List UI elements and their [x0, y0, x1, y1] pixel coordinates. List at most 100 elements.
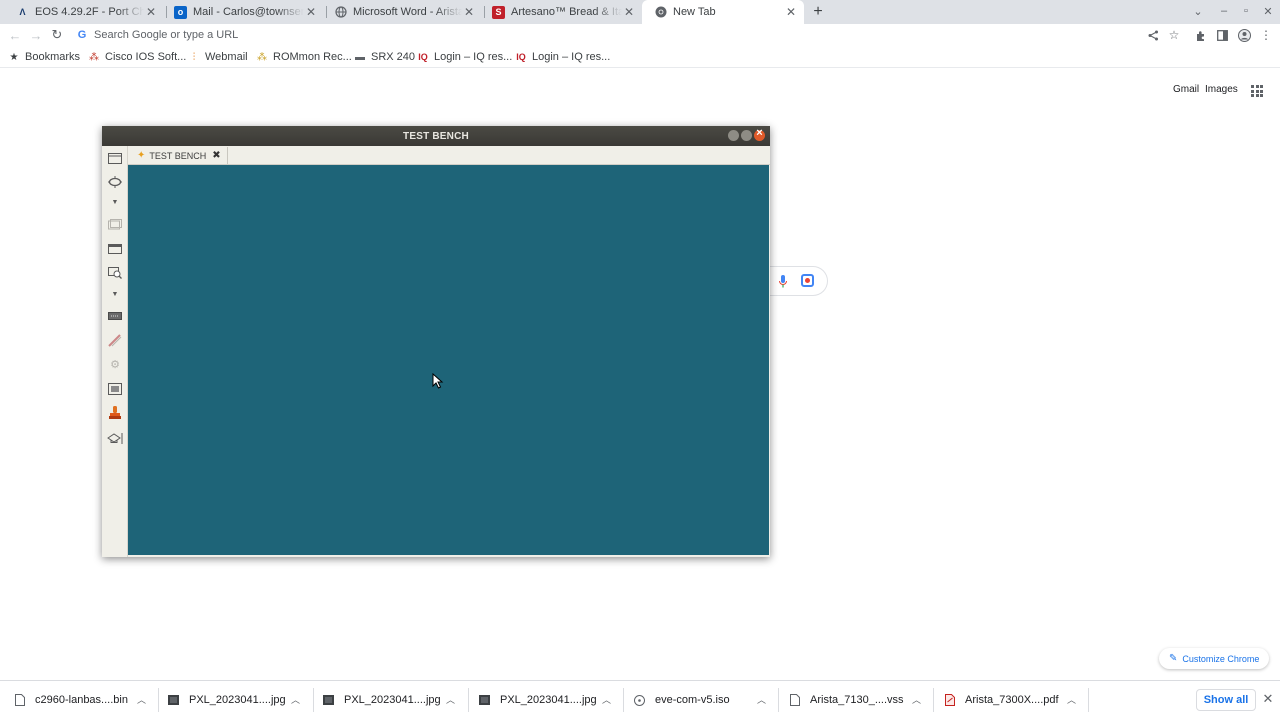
pencil-icon: ✎ — [1169, 653, 1178, 664]
download-item[interactable]: Arista_7130_....vss ︿ — [789, 680, 923, 720]
download-item[interactable]: eve-com-v5.iso ︿ — [634, 680, 768, 720]
profile-avatar-icon[interactable] — [1235, 26, 1253, 44]
switch-icon[interactable] — [107, 217, 123, 231]
side-panel-icon[interactable] — [1213, 26, 1231, 44]
download-item[interactable]: PXL_2023041....jpg ︿ — [323, 680, 457, 720]
chevron-up-icon[interactable]: ︿ — [1067, 693, 1076, 706]
reload-button[interactable]: ↻ — [48, 26, 66, 44]
globe-icon — [334, 6, 347, 19]
new-tab-button[interactable]: + — [809, 3, 827, 21]
end-device-icon[interactable] — [107, 242, 123, 256]
image-file-icon — [323, 694, 334, 706]
rommon-icon: ⁂ — [257, 51, 267, 63]
bookmark-cisco[interactable]: ⁂ Cisco IOS Soft... — [88, 49, 186, 65]
bookmark-star-icon[interactable]: ☆ — [1165, 26, 1183, 44]
minimize-icon[interactable]: – — [1216, 3, 1232, 19]
tab-new-tab[interactable]: New Tab ✕ — [642, 0, 804, 24]
close-tab-icon[interactable]: ✖ — [212, 150, 220, 161]
toolbar: ← → ↻ G Search Google or type a URL ☆ ⋮ — [0, 24, 1280, 46]
file-icon — [14, 694, 25, 706]
maximize-icon[interactable]: ▫ — [1238, 3, 1254, 19]
divider — [1088, 688, 1089, 712]
bookmark-iq-login-2[interactable]: IQ Login – IQ res... — [515, 49, 610, 65]
lab-icon[interactable] — [107, 431, 123, 445]
outlook-icon: o — [174, 5, 187, 19]
download-filename: c2960-lanbas....bin — [35, 694, 128, 706]
mouse-cursor-icon — [432, 373, 444, 389]
settings-gears-icon[interactable]: ⚙ — [107, 357, 123, 371]
menu-kebab-icon[interactable]: ⋮ — [1257, 26, 1275, 44]
browse-devices-icon[interactable] — [107, 151, 123, 165]
file-icon — [789, 694, 800, 706]
artesano-icon: S — [492, 5, 505, 19]
share-icon[interactable] — [1144, 26, 1162, 44]
extensions-icon[interactable] — [1192, 26, 1210, 44]
tab-test-bench[interactable]: ✦ TEST BENCH ✖ — [131, 147, 228, 164]
chevron-up-icon[interactable]: ︿ — [137, 693, 146, 706]
security-device-icon[interactable] — [107, 266, 123, 280]
download-item[interactable]: PXL_2023041....jpg ︿ — [479, 680, 613, 720]
tab-mail[interactable]: o Mail - Carlos@townsendn ✕ — [162, 0, 324, 24]
chevron-up-icon[interactable]: ︿ — [912, 693, 921, 706]
download-filename: PXL_2023041....jpg — [344, 694, 441, 706]
topology-canvas[interactable] — [128, 165, 769, 555]
tool-sidebar: ▼ ▼ ⚙ — [102, 146, 128, 557]
close-icon[interactable]: ✕ — [144, 5, 158, 19]
divider — [778, 688, 779, 712]
tab-word[interactable]: Microsoft Word - Arista 7 ✕ — [322, 0, 482, 24]
router-icon[interactable] — [107, 175, 123, 189]
google-apps-icon[interactable] — [1251, 85, 1263, 97]
chrome-icon — [654, 6, 667, 19]
chevron-up-icon[interactable]: ︿ — [757, 693, 766, 706]
images-link[interactable]: Images — [1205, 84, 1238, 95]
close-icon[interactable]: ✕ — [784, 5, 798, 19]
test-bench-window: TEST BENCH ▼ ▼ — [102, 126, 770, 557]
show-all-downloads-button[interactable]: Show all — [1196, 689, 1256, 711]
test-bench-titlebar[interactable]: TEST BENCH — [102, 126, 770, 146]
google-lens-icon[interactable] — [801, 274, 814, 287]
star-icon: ★ — [9, 51, 19, 63]
bookmark-webmail[interactable]: ⫶ Webmail — [188, 49, 248, 65]
tab-search-icon[interactable]: ⌄ — [1190, 3, 1206, 19]
tb-minimize-icon[interactable] — [728, 130, 739, 141]
omnibox[interactable]: G Search Google or type a URL — [76, 26, 1136, 44]
tb-maximize-icon[interactable] — [741, 130, 752, 141]
tab-artesano[interactable]: S Artesano™ Bread & Italian ✕ — [480, 0, 642, 24]
bookmark-srx240[interactable]: ▬ SRX 240 — [354, 49, 415, 65]
window-close-icon[interactable]: ✕ — [1260, 3, 1276, 19]
snapshot-icon[interactable] — [107, 382, 123, 396]
chevron-up-icon[interactable]: ︿ — [602, 693, 611, 706]
all-devices-icon[interactable] — [107, 309, 123, 323]
divider — [158, 688, 159, 712]
bookmark-rommon[interactable]: ⁂ ROMmon Rec... — [256, 49, 352, 65]
tab-eos[interactable]: Λ EOS 4.29.2F - Port Channe ✕ — [4, 0, 164, 24]
connection-icon[interactable] — [107, 333, 123, 347]
back-button[interactable]: ← — [6, 26, 24, 44]
customize-chrome-button[interactable]: ✎ Customize Chrome — [1159, 648, 1269, 669]
google-g-icon: G — [77, 29, 87, 41]
tab-title: New Tab — [673, 6, 716, 18]
download-filename: PXL_2023041....jpg — [500, 694, 597, 706]
download-filename: Arista_7300X....pdf — [965, 694, 1059, 706]
google-search-box[interactable] — [760, 266, 828, 296]
download-item[interactable]: PXL_2023041....jpg ︿ — [168, 680, 302, 720]
forward-button[interactable]: → — [27, 26, 45, 44]
stamp-icon[interactable] — [107, 406, 123, 420]
close-icon[interactable]: ✕ — [304, 5, 318, 19]
bookmark-iq-login-1[interactable]: IQ Login – IQ res... — [417, 49, 512, 65]
gmail-link[interactable]: Gmail — [1173, 84, 1199, 95]
bookmark-all[interactable]: ★ Bookmarks — [8, 49, 81, 65]
close-icon[interactable]: ✕ — [622, 5, 636, 19]
image-file-icon — [479, 694, 490, 706]
download-item[interactable]: c2960-lanbas....bin ︿ — [14, 680, 148, 720]
download-item[interactable]: Arista_7300X....pdf ︿ — [944, 680, 1078, 720]
microphone-icon[interactable] — [776, 273, 790, 289]
chevron-up-icon[interactable]: ︿ — [291, 693, 300, 706]
close-shelf-icon[interactable]: ✕ — [1261, 691, 1275, 706]
expand-caret-icon[interactable]: ▼ — [107, 198, 123, 206]
chevron-up-icon[interactable]: ︿ — [446, 693, 455, 706]
tab-title: Microsoft Word - Arista 7 — [353, 6, 462, 18]
expand-caret-icon[interactable]: ▼ — [107, 290, 123, 298]
tb-close-icon[interactable] — [754, 127, 765, 141]
close-icon[interactable]: ✕ — [462, 5, 476, 19]
